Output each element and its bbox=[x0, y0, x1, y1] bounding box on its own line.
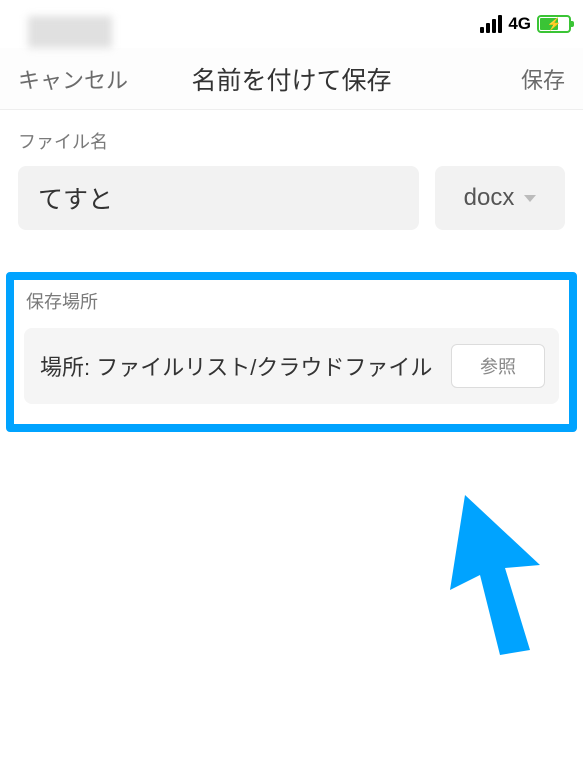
location-box: 場所: ファイルリスト/クラウドファイル 参照 bbox=[24, 328, 559, 404]
filename-label: ファイル名 bbox=[18, 128, 565, 154]
browse-button[interactable]: 参照 bbox=[451, 344, 545, 388]
battery-icon: ⚡ bbox=[537, 15, 571, 33]
annotation-arrow-icon bbox=[445, 490, 565, 660]
status-bar: 4G ⚡ bbox=[0, 0, 583, 48]
extension-select[interactable]: docx bbox=[435, 166, 565, 230]
navigation-bar: キャンセル 名前を付けて保存 保存 bbox=[0, 48, 583, 110]
browse-label: 参照 bbox=[480, 353, 516, 379]
cancel-button[interactable]: キャンセル bbox=[18, 63, 128, 95]
location-highlight-frame: 保存場所 場所: ファイルリスト/クラウドファイル 参照 bbox=[6, 272, 577, 432]
page-title: 名前を付けて保存 bbox=[191, 61, 391, 97]
filename-input[interactable]: てすと bbox=[18, 166, 419, 230]
filename-value: てすと bbox=[38, 180, 113, 216]
charging-bolt-icon: ⚡ bbox=[547, 17, 562, 31]
chevron-down-icon bbox=[524, 195, 536, 202]
filename-section: ファイル名 てすと docx bbox=[0, 110, 583, 248]
extension-value: docx bbox=[464, 184, 515, 212]
filename-row: てすと docx bbox=[18, 166, 565, 230]
carrier-blurred bbox=[28, 16, 112, 48]
signal-icon bbox=[480, 15, 502, 33]
network-type: 4G bbox=[508, 14, 531, 34]
location-path: 場所: ファイルリスト/クラウドファイル bbox=[40, 350, 432, 382]
save-button[interactable]: 保存 bbox=[521, 63, 565, 95]
location-label: 保存場所 bbox=[26, 288, 559, 314]
